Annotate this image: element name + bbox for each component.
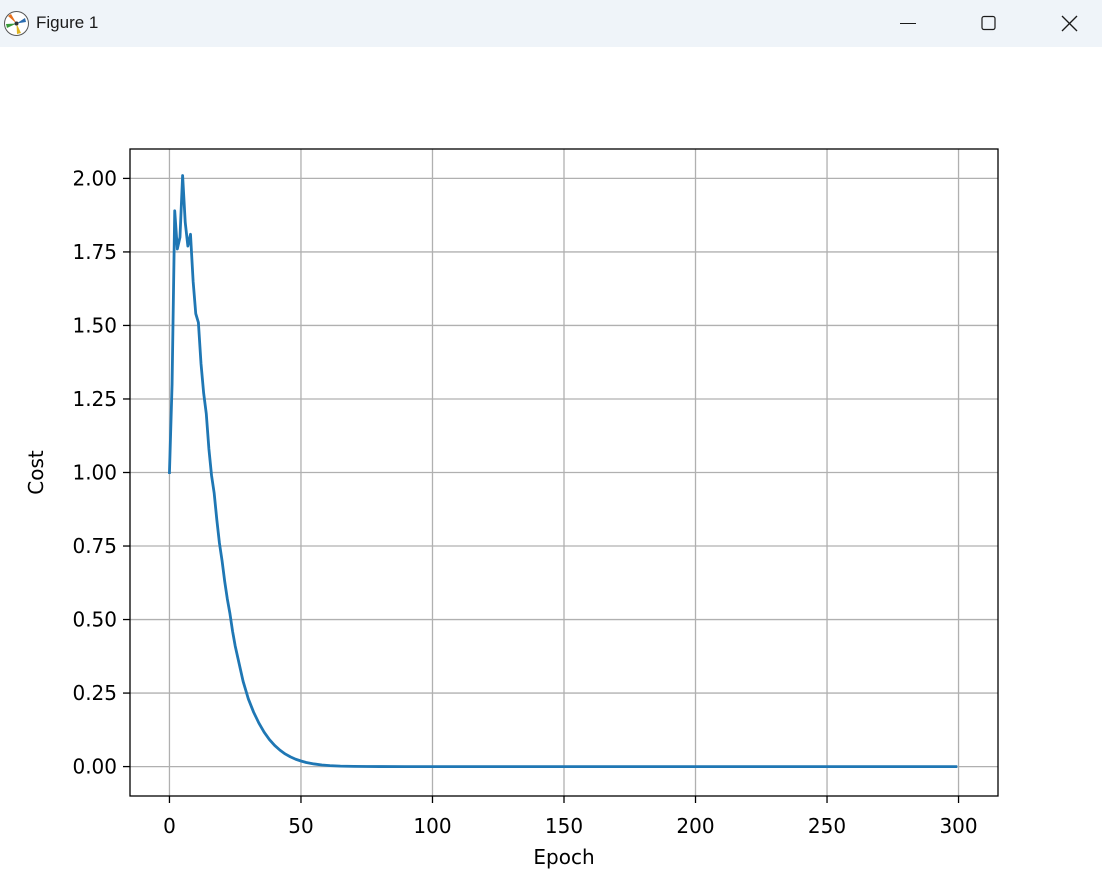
x-tick-label: 250	[808, 814, 846, 838]
x-tick-label: 200	[676, 814, 714, 838]
x-tick-label: 0	[163, 814, 176, 838]
x-tick-label: 50	[288, 814, 313, 838]
y-tick-label: 0.50	[72, 608, 117, 632]
minimize-button[interactable]	[868, 0, 948, 47]
y-tick-label: 1.50	[72, 313, 117, 337]
close-button[interactable]	[1028, 0, 1102, 47]
y-tick-label: 1.75	[72, 240, 117, 264]
window-title: Figure 1	[36, 13, 99, 32]
y-axis-label: Cost	[24, 450, 48, 495]
x-tick-label: 300	[939, 814, 977, 838]
close-icon	[1061, 15, 1078, 32]
y-tick-label: 0.75	[72, 534, 117, 558]
title-bar: Figure 1	[0, 0, 1102, 47]
x-tick-label: 100	[413, 814, 451, 838]
series-layer	[168, 174, 958, 768]
y-tick-label: 0.00	[72, 755, 117, 779]
matplotlib-logo-icon	[4, 11, 29, 36]
y-tick-label: 0.25	[72, 681, 117, 705]
y-tick-label: 2.00	[72, 166, 117, 190]
x-axis-ticks: 0 50 100 150 200 250 300	[163, 796, 978, 838]
series-line	[168, 174, 958, 768]
minimize-icon	[900, 23, 916, 24]
grid	[130, 149, 998, 796]
x-axis-label: Epoch	[533, 845, 594, 869]
line-chart: 0 50 100 150 200 250 300 0.00 0.25 0.50 0.75 1.00 1…	[24, 148, 999, 869]
x-tick-label: 150	[545, 814, 583, 838]
y-tick-label: 1.00	[72, 461, 117, 485]
maximize-icon	[981, 15, 996, 31]
maximize-button[interactable]	[948, 0, 1028, 47]
y-axis-ticks: 0.00 0.25 0.50 0.75 1.00 1.25 1.50 1.75 2.00	[72, 166, 130, 779]
y-tick-label: 1.25	[72, 387, 117, 411]
